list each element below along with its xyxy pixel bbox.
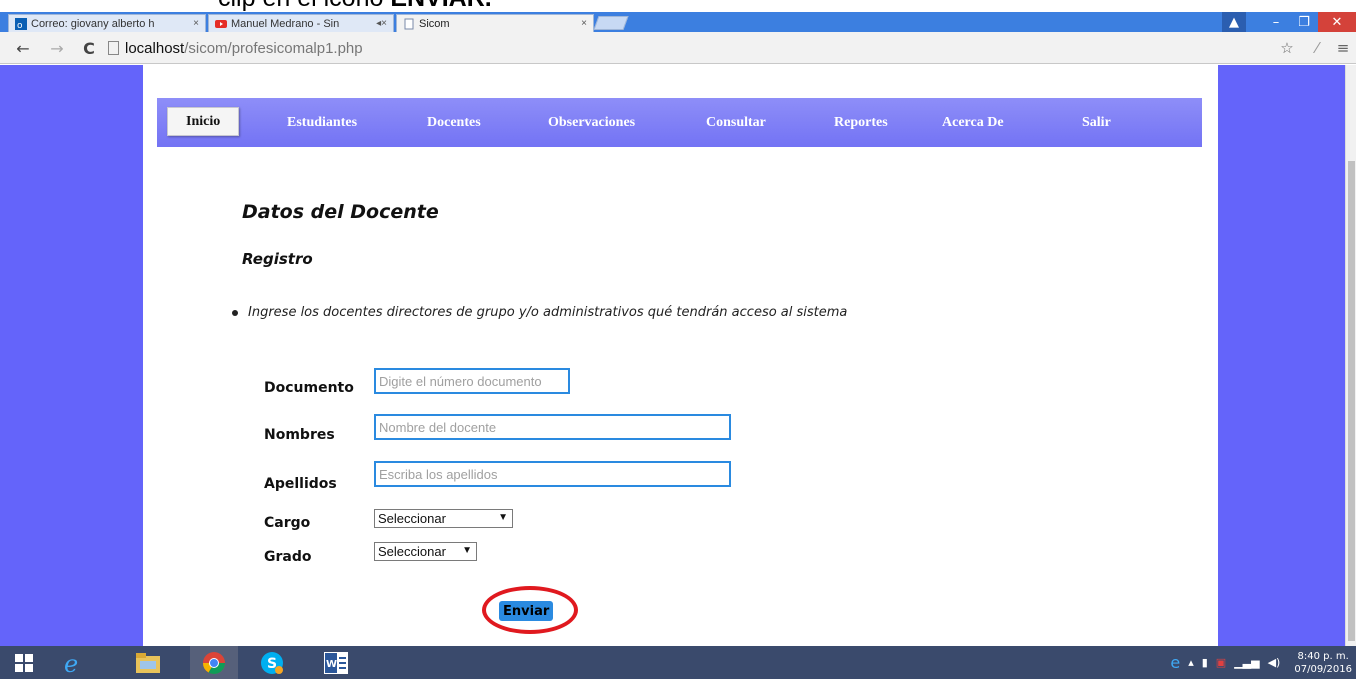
caption-emphasis: ENVIAR. [390, 0, 491, 12]
windows-taskbar: e S W e ▴ ▮ ▣ ▁▃▅ ◀) 8:40 p. m. 07/09/20… [0, 646, 1356, 679]
extension-icon[interactable]: ⁄ [1306, 38, 1328, 58]
tab-youtube[interactable]: Manuel Medrano - Sin ◂× [208, 14, 394, 32]
tab-label: Manuel Medrano - Sin [231, 17, 340, 30]
url-host: localhost [125, 39, 185, 57]
network-icon[interactable]: ▣ [1216, 656, 1226, 669]
page-title: Datos del Docente [242, 201, 439, 223]
nombres-input[interactable] [374, 414, 731, 440]
clock-time: 8:40 p. m. [1297, 650, 1349, 662]
close-icon[interactable]: × [581, 18, 587, 29]
url-path: /sicom/profesicomalp1.php [184, 39, 363, 57]
explorer-icon[interactable] [124, 646, 172, 679]
svg-text:o: o [17, 21, 23, 30]
grado-select[interactable]: Seleccionar ▼ [374, 542, 477, 561]
apellidos-label: Apellidos [264, 476, 337, 492]
highlight-circle [482, 586, 578, 634]
new-tab-button[interactable] [593, 16, 629, 30]
page-viewport: Inicio Estudiantes Docentes Observacione… [0, 65, 1356, 646]
reload-button[interactable]: C [78, 38, 100, 58]
ie-icon[interactable]: e [50, 646, 98, 679]
nombres-label: Nombres [264, 427, 335, 443]
grado-select-value: Seleccionar [378, 544, 446, 559]
ie-notification-icon[interactable]: e [1170, 653, 1180, 672]
close-window-button[interactable]: ✕ [1318, 12, 1356, 32]
cargo-label: Cargo [264, 515, 311, 531]
page-icon [403, 18, 415, 30]
battery-icon[interactable]: ▮ [1202, 656, 1208, 669]
scrollbar-thumb[interactable] [1348, 161, 1355, 641]
cargo-select[interactable]: Seleccionar ▼ [374, 509, 513, 528]
address-bar: ← → C localhost/sicom/profesicomalp1.php… [0, 32, 1356, 64]
nav-item-consultar[interactable]: Consultar [706, 98, 766, 147]
page-icon [108, 41, 119, 55]
window-controls: ▲ – ❐ ✕ [1222, 12, 1356, 32]
close-icon[interactable]: × [193, 18, 199, 29]
section-subtitle: Registro [242, 250, 313, 268]
grado-label: Grado [264, 549, 312, 565]
system-tray: e ▴ ▮ ▣ ▁▃▅ ◀) 8:40 p. m. 07/09/2016 [1166, 646, 1352, 679]
instruction-item: Ingrese los docentes directores de grupo… [232, 305, 847, 320]
documento-input[interactable] [374, 368, 570, 394]
page-scrollbar[interactable] [1345, 65, 1356, 646]
url-field[interactable]: localhost/sicom/profesicomalp1.php [108, 37, 1268, 59]
close-icon[interactable]: ◂× [376, 18, 387, 29]
restore-button[interactable]: ❐ [1290, 12, 1318, 32]
svg-text:W: W [326, 659, 337, 670]
nav-item-reportes[interactable]: Reportes [834, 98, 888, 147]
nav-item-inicio[interactable]: Inicio [167, 107, 240, 136]
clock[interactable]: 8:40 p. m. 07/09/2016 [1294, 650, 1352, 676]
caption-text: clip en el icono ENVIAR. [218, 0, 492, 12]
documento-label: Documento [264, 380, 354, 396]
bullet-icon [232, 309, 238, 316]
instruction-text: Ingrese los docentes directores de grupo… [248, 305, 848, 320]
tab-label: Sicom [419, 17, 450, 30]
nav-item-docentes[interactable]: Docentes [427, 98, 481, 147]
clock-date: 07/09/2016 [1294, 663, 1352, 675]
tab-sicom[interactable]: Sicom × [396, 14, 594, 32]
tab-label: Correo: giovany alberto h [31, 17, 155, 30]
tab-correo[interactable]: o Correo: giovany alberto h × [8, 14, 206, 32]
back-button[interactable]: ← [12, 38, 34, 58]
star-icon[interactable]: ☆ [1276, 38, 1298, 58]
svg-text:e: e [64, 651, 78, 675]
menu-icon[interactable]: ≡ [1332, 38, 1354, 58]
word-icon[interactable]: W [312, 646, 360, 679]
nav-item-observaciones[interactable]: Observaciones [548, 98, 635, 147]
chrome-icon[interactable] [190, 646, 238, 679]
cargo-select-value: Seleccionar [378, 511, 446, 526]
minimize-button[interactable]: – [1262, 12, 1290, 32]
start-icon[interactable] [0, 646, 48, 679]
youtube-icon [215, 18, 227, 30]
user-icon[interactable]: ▲ [1222, 12, 1246, 32]
dropdown-arrow-icon: ▼ [498, 512, 508, 523]
signal-icon[interactable]: ▁▃▅ [1234, 656, 1259, 669]
nav-item-salir[interactable]: Salir [1082, 98, 1111, 147]
tutorial-caption: clip en el icono ENVIAR. [0, 0, 1356, 12]
browser-tab-strip: o Correo: giovany alberto h × Manuel Med… [0, 12, 1356, 32]
nav-item-estudiantes[interactable]: Estudiantes [287, 98, 357, 147]
apellidos-input[interactable] [374, 461, 731, 487]
tray-expand-icon[interactable]: ▴ [1188, 656, 1194, 669]
nav-item-acerca-de[interactable]: Acerca De [942, 98, 1004, 147]
skype-icon[interactable]: S [248, 646, 296, 679]
content-panel: Inicio Estudiantes Docentes Observacione… [143, 65, 1218, 646]
forward-button[interactable]: → [46, 38, 68, 58]
outlook-icon: o [15, 17, 27, 30]
main-nav: Inicio Estudiantes Docentes Observacione… [157, 98, 1202, 147]
volume-icon[interactable]: ◀) [1268, 656, 1281, 669]
dropdown-arrow-icon: ▼ [462, 545, 472, 556]
